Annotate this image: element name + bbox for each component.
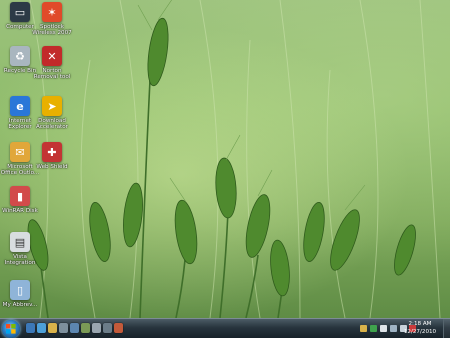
- mail-taskbar-icon[interactable]: [70, 323, 79, 333]
- computer-icon: ▭: [10, 2, 30, 22]
- desktop-icon-norton[interactable]: ✕ Norton Removal tool: [32, 46, 72, 80]
- icon-label: WinRAR Disk: [2, 208, 38, 214]
- desktop-icon-winrar[interactable]: ▮ WinRAR Disk: [0, 186, 40, 214]
- media-player-taskbar-icon[interactable]: [37, 323, 46, 333]
- app-taskbar-icon[interactable]: [59, 323, 68, 333]
- clock-time: 2:18 AM: [408, 321, 432, 327]
- app3-taskbar-icon[interactable]: [114, 323, 123, 333]
- download-accelerator-icon: ➤: [42, 96, 62, 116]
- outlook-icon: ✉: [10, 142, 30, 162]
- clock-date: 12/27/2010: [403, 329, 437, 335]
- explorer-taskbar-icon[interactable]: [26, 323, 35, 333]
- internet-explorer-icon: e: [10, 96, 30, 116]
- desktop-icon-document[interactable]: ▯ My Abbrev...: [0, 280, 40, 308]
- icon-label: Spotlock Wireless 2007: [32, 24, 72, 37]
- norton-icon: ✕: [42, 46, 62, 66]
- start-button[interactable]: [2, 320, 20, 338]
- show-desktop-button[interactable]: [443, 319, 450, 338]
- spotlock-icon: ✶: [42, 2, 62, 22]
- desktop-icon-download-accelerator[interactable]: ➤ Download Accelerator: [32, 96, 72, 130]
- winrar-icon: ▮: [10, 186, 30, 206]
- tool-taskbar-icon[interactable]: [92, 323, 101, 333]
- tray-green-icon[interactable]: [370, 325, 377, 332]
- network-taskbar-icon[interactable]: [81, 323, 90, 333]
- document-icon: ▯: [10, 280, 30, 300]
- icon-label: Web Shield: [36, 164, 68, 170]
- tray-flag-icon[interactable]: [380, 325, 387, 332]
- app2-taskbar-icon[interactable]: [103, 323, 112, 333]
- desktop-icon-web-shield[interactable]: ✚ Web Shield: [32, 142, 72, 170]
- taskbar: 2:18 AM 12/27/2010: [0, 318, 450, 338]
- vista-integration-icon: ▤: [10, 232, 30, 252]
- system-clock[interactable]: 2:18 AM 12/27/2010: [400, 320, 440, 336]
- icon-label: Download Accelerator: [36, 118, 68, 131]
- icon-label: My Abbrev...: [2, 302, 38, 308]
- icon-label: Vista Integration: [4, 254, 36, 267]
- web-shield-icon: ✚: [42, 142, 62, 162]
- icon-label: Norton Removal tool: [33, 68, 71, 81]
- windows-logo-icon: [6, 324, 16, 334]
- desktop[interactable]: ▭ Computer ✶ Spotlock Wireless 2007 ♻ Re…: [0, 0, 450, 318]
- recycle-bin-icon: ♻: [10, 46, 30, 66]
- desktop-icon-vista-integration[interactable]: ▤ Vista Integration: [0, 232, 40, 266]
- tray-folder-icon[interactable]: [360, 325, 367, 332]
- desktop-icon-spotlock[interactable]: ✶ Spotlock Wireless 2007: [32, 2, 72, 36]
- tray-network-icon[interactable]: [390, 325, 397, 332]
- folder-taskbar-icon[interactable]: [48, 323, 57, 333]
